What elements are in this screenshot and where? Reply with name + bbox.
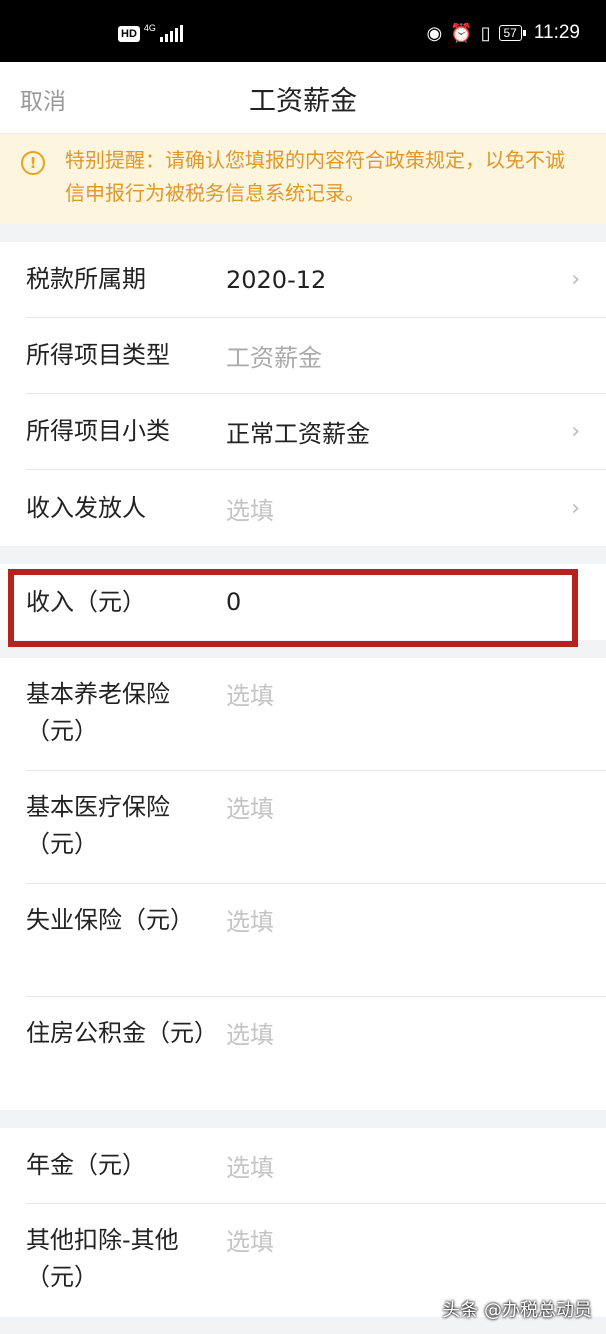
warning-icon: ! [21, 151, 45, 175]
vibrate-icon: ▯ [480, 23, 491, 43]
row-label: 收入发放人 [26, 493, 146, 522]
row-label: 其他扣除-其他（元） [26, 1226, 179, 1291]
clock: 11:29 [533, 22, 580, 43]
hd-badge: HD [118, 26, 140, 42]
payer-value: 选填 [226, 496, 274, 525]
income-input[interactable]: 0 [226, 588, 580, 616]
row-label: 年金（元） [26, 1151, 146, 1179]
unemployment-insurance-input[interactable]: 选填 [226, 902, 580, 937]
income-type-row: 所得项目类型 工资薪金 [0, 318, 606, 394]
status-left: HD 4G [118, 22, 183, 42]
eye-icon: ◉ [426, 23, 443, 43]
watermark: 头条 @办税总动员 [442, 1300, 592, 1321]
status-right: ◉ ⏰ ▯ 57 11:29 [426, 22, 580, 44]
pension-insurance-row[interactable]: 基本养老保险（元） 选填 [0, 658, 606, 771]
status-bar: HD 4G ◉ ⏰ ▯ 57 11:29 [0, 0, 606, 62]
battery-icon: 57 [498, 25, 527, 41]
row-label: 收入（元） [26, 587, 146, 616]
other-deductions-group: 年金（元） 选填 其他扣除-其他（元） 选填 [0, 1128, 606, 1317]
cancel-button[interactable]: 取消 [20, 82, 66, 116]
signal-icon [159, 25, 183, 42]
notice-text: 特别提醒：请确认您填报的内容符合政策规定，以免不诚信申报行为被税务信息系统记录。 [65, 148, 565, 205]
row-label: 基本养老保险（元） [26, 680, 170, 745]
annuity-input[interactable]: 选填 [226, 1148, 580, 1183]
tax-period-value: 2020-12 [226, 265, 327, 294]
row-label: 住房公积金（元） [26, 1019, 218, 1047]
other-deduction-input[interactable]: 选填 [226, 1222, 580, 1257]
row-label: 基本医疗保险（元） [26, 793, 170, 858]
row-label: 所得项目小类 [26, 417, 170, 445]
unemployment-insurance-row[interactable]: 失业保险（元） 选填 [0, 884, 606, 997]
insurance-group: 基本养老保险（元） 选填 基本医疗保险（元） 选填 失业保险（元） 选填 住房公… [0, 658, 606, 1110]
housing-fund-input[interactable]: 选填 [226, 1015, 580, 1050]
income-subtype-value: 正常工资薪金 [226, 420, 370, 448]
basic-info-group: 税款所属期 2020-12 › 所得项目类型 工资薪金 所得项目小类 正常工资薪… [0, 242, 606, 546]
network-type: 4G [143, 22, 156, 33]
row-label: 所得项目类型 [26, 341, 170, 369]
medical-insurance-row[interactable]: 基本医疗保险（元） 选填 [0, 771, 606, 884]
income-subtype-row[interactable]: 所得项目小类 正常工资薪金 › [0, 394, 606, 470]
pension-insurance-input[interactable]: 选填 [226, 676, 580, 711]
page-title: 工资薪金 [249, 86, 357, 117]
housing-fund-row[interactable]: 住房公积金（元） 选填 [0, 997, 606, 1110]
tax-period-row[interactable]: 税款所属期 2020-12 › [0, 242, 606, 318]
chevron-right-icon: › [571, 267, 580, 292]
nav-bar: 取消 工资薪金 [0, 62, 606, 134]
income-group: 收入（元） 0 [0, 564, 606, 640]
row-label: 失业保险（元） [26, 906, 194, 934]
annuity-row[interactable]: 年金（元） 选填 [0, 1128, 606, 1204]
income-type-value: 工资薪金 [226, 344, 322, 372]
row-label: 税款所属期 [26, 265, 146, 293]
income-row[interactable]: 收入（元） 0 [0, 564, 606, 640]
chevron-right-icon: › [571, 495, 580, 521]
alarm-icon: ⏰ [450, 23, 473, 43]
chevron-right-icon: › [571, 419, 580, 444]
policy-notice: ! 特别提醒：请确认您填报的内容符合政策规定，以免不诚信申报行为被税务信息系统记… [0, 134, 606, 224]
medical-insurance-input[interactable]: 选填 [226, 789, 580, 824]
payer-row[interactable]: 收入发放人 选填 › [0, 470, 606, 546]
